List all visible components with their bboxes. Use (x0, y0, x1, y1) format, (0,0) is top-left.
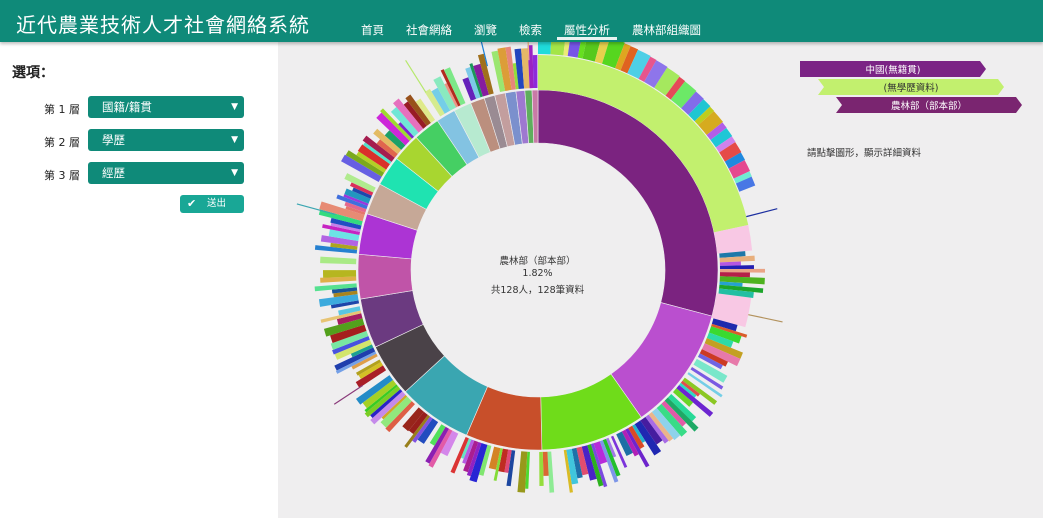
breadcrumb-label-2: (無學歷資料) (884, 82, 939, 94)
layer-1-select[interactable]: 國籍/籍貫 ▼ (88, 96, 244, 118)
breadcrumb: 中國(無籍貫) (無學歷資料) 農林部（部本部） (800, 61, 1022, 113)
nav-home[interactable]: 首頁 (350, 0, 395, 42)
layer-1-label: 第 1 層 (44, 103, 80, 116)
layer-1-value: 國籍/籍貫 (102, 100, 152, 114)
center-count: 共128人，128筆資料 (490, 285, 585, 296)
submit-button[interactable]: ✔ 送出 (180, 195, 244, 213)
submit-label: 送出 (207, 198, 227, 209)
nav-attribute-analysis[interactable]: 屬性分析 (553, 0, 621, 42)
sunburst-ring2-segment[interactable] (323, 270, 357, 278)
layer-2-label: 第 2 層 (44, 136, 80, 149)
nav-social-network[interactable]: 社會網絡 (395, 0, 463, 42)
layer-3-select[interactable]: 經歷 ▼ (88, 162, 244, 184)
sunburst-outlier-line[interactable] (748, 314, 783, 323)
chevron-down-icon: ▼ (231, 135, 238, 145)
breadcrumb-label-1: 中國(無籍貫) (866, 64, 921, 76)
center-name: 農林部（部本部） (499, 256, 576, 267)
main-nav: 首頁 社會網絡 瀏覽 檢索 屬性分析 農林部組織圖 (350, 0, 712, 42)
nav-org-chart[interactable]: 農林部組織圖 (621, 0, 712, 42)
sunburst-ring3-segment[interactable] (538, 42, 552, 55)
nav-search[interactable]: 檢索 (508, 0, 553, 42)
breadcrumb-label-3: 農林部（部本部） (891, 100, 967, 112)
sunburst-outlier-line[interactable] (746, 208, 778, 218)
sunburst-ring2-segment[interactable] (719, 268, 765, 273)
check-icon: ✔ (187, 197, 197, 210)
sunburst-ring2-segment[interactable] (532, 55, 538, 89)
sunburst-ring2-segment[interactable] (320, 256, 357, 265)
click-hint: 請點擊圖形，顯示詳細資料 (807, 148, 922, 159)
center-percent: 1.82% (522, 268, 553, 279)
chevron-down-icon: ▼ (231, 168, 238, 178)
site-title[interactable]: 近代農業技術人才社會網絡系統 (16, 9, 310, 38)
app-header: 近代農業技術人才社會網絡系統 首頁 社會網絡 瀏覽 檢索 屬性分析 農林部組織圖 (0, 0, 1043, 42)
options-title: 選項： (12, 65, 54, 81)
nav-browse[interactable]: 瀏覽 (463, 0, 508, 42)
options-sidebar: 選項： 第 1 層 國籍/籍貫 ▼ 第 2 層 學歷 ▼ 第 3 層 經歷 ▼ … (0, 42, 278, 518)
layer-2-select[interactable]: 學歷 ▼ (88, 129, 244, 151)
chevron-down-icon: ▼ (231, 102, 238, 112)
layer-3-value: 經歷 (102, 166, 125, 180)
sunburst-outlier-line[interactable] (405, 59, 427, 93)
layer-2-value: 學歷 (102, 133, 125, 147)
sunburst-chart[interactable] (278, 42, 798, 518)
layer-3-label: 第 3 層 (44, 169, 80, 182)
